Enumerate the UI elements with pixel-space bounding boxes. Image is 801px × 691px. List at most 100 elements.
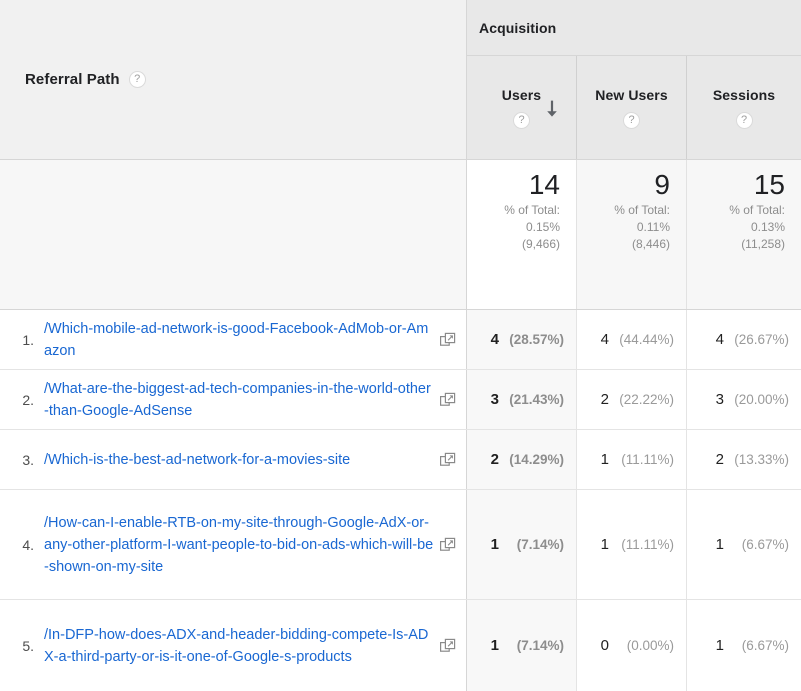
cell-users: 4 (28.57%) <box>467 310 577 369</box>
row-rank: 2. <box>8 392 44 408</box>
new-users-value: 1 <box>601 451 609 468</box>
totals-row: 14 % of Total: 0.15% (9,466) 9 % of Tota… <box>0 160 801 310</box>
sessions-value: 2 <box>716 451 724 468</box>
cell-sessions: 4 (26.67%) <box>687 310 801 369</box>
column-header-users[interactable]: Users ? <box>467 56 577 159</box>
referral-path-wrapper: /Which-is-the-best-ad-network-for-a-movi… <box>44 449 460 471</box>
open-in-new-icon[interactable] <box>440 332 456 348</box>
referral-path-wrapper: /In-DFP-how-does-ADX-and-header-bidding-… <box>44 624 460 668</box>
cell-new-users: 2(22.22%) <box>577 370 687 429</box>
analytics-data-table: Referral Path ? Acquisition Users ? <box>0 0 801 691</box>
new-users-percent: (11.11%) <box>618 537 674 552</box>
arrow-down-icon[interactable] <box>545 99 559 119</box>
row-rank: 4. <box>8 537 44 553</box>
sessions-percent: (20.00%) <box>733 392 789 407</box>
users-percent: (7.14%) <box>508 537 564 552</box>
new-users-percent: (0.00%) <box>618 638 674 653</box>
new-users-value: 4 <box>601 331 609 348</box>
open-in-new-icon[interactable] <box>440 392 456 408</box>
sessions-percent: (13.33%) <box>733 452 789 467</box>
table-row: 2./What-are-the-biggest-ad-tech-companie… <box>0 370 801 430</box>
users-value: 4 <box>491 331 499 348</box>
totals-sessions-value: 15 <box>754 170 785 199</box>
sessions-percent: (6.67%) <box>733 537 789 552</box>
totals-sessions-of-total-label: % of Total: <box>729 202 785 219</box>
table-header: Referral Path ? Acquisition Users ? <box>0 0 801 160</box>
totals-users-of-total-label: % of Total: <box>504 202 560 219</box>
column-header-new-users[interactable]: New Users ? <box>577 56 687 159</box>
table-row: 4./How-can-I-enable-RTB-on-my-site-throu… <box>0 490 801 600</box>
sessions-percent: (6.67%) <box>733 638 789 653</box>
metric-header-group: Acquisition Users ? New Users ? <box>467 0 801 159</box>
cell-new-users: 0 (0.00%) <box>577 600 687 691</box>
totals-sessions-percent: 0.13% <box>751 219 785 236</box>
column-header-sessions[interactable]: Sessions ? <box>687 56 801 159</box>
new-users-value: 0 <box>601 637 609 654</box>
totals-users-total: (9,466) <box>522 236 560 253</box>
referral-path-link[interactable]: /How-can-I-enable-RTB-on-my-site-through… <box>44 512 438 578</box>
help-circle-icon[interactable]: ? <box>736 112 753 129</box>
sessions-percent: (26.67%) <box>733 332 789 347</box>
cell-users: 1 (7.14%) <box>467 490 577 599</box>
referral-path-cell: 1./Which-mobile-ad-network-is-good-Faceb… <box>0 310 467 369</box>
totals-new-users-total: (8,446) <box>632 236 670 253</box>
dimension-header-cell: Referral Path ? <box>0 0 467 159</box>
referral-path-link[interactable]: /What-are-the-biggest-ad-tech-companies-… <box>44 378 438 422</box>
totals-sessions-total: (11,258) <box>741 236 785 253</box>
new-users-value: 2 <box>601 391 609 408</box>
cell-new-users: 4 (44.44%) <box>577 310 687 369</box>
metric-column-headers: Users ? New Users ? Sessions ? <box>467 56 801 159</box>
help-circle-icon[interactable]: ? <box>129 71 146 88</box>
help-circle-icon[interactable]: ? <box>623 112 640 129</box>
table-row: 3./Which-is-the-best-ad-network-for-a-mo… <box>0 430 801 490</box>
referral-path-cell: 5./In-DFP-how-does-ADX-and-header-biddin… <box>0 600 467 691</box>
new-users-value: 1 <box>601 536 609 553</box>
totals-users-percent: 0.15% <box>526 219 560 236</box>
users-value: 1 <box>491 637 499 654</box>
referral-path-wrapper: /How-can-I-enable-RTB-on-my-site-through… <box>44 512 460 578</box>
cell-users: 1(7.14%) <box>467 600 577 691</box>
cell-sessions: 2 (13.33%) <box>687 430 801 489</box>
row-rank: 3. <box>8 452 44 468</box>
help-circle-icon[interactable]: ? <box>513 112 530 129</box>
open-in-new-icon[interactable] <box>440 537 456 553</box>
totals-users-value: 14 <box>529 170 560 199</box>
referral-path-cell: 3./Which-is-the-best-ad-network-for-a-mo… <box>0 430 467 489</box>
totals-new-users-of-total-label: % of Total: <box>614 202 670 219</box>
totals-cell-users: 14 % of Total: 0.15% (9,466) <box>467 160 577 309</box>
users-value: 1 <box>491 536 499 553</box>
table-row: 5./In-DFP-how-does-ADX-and-header-biddin… <box>0 600 801 691</box>
referral-path-link[interactable]: /In-DFP-how-does-ADX-and-header-bidding-… <box>44 624 438 668</box>
referral-path-wrapper: /What-are-the-biggest-ad-tech-companies-… <box>44 378 460 422</box>
totals-dimension-cell <box>0 160 467 309</box>
new-users-percent: (11.11%) <box>618 452 674 467</box>
cell-users: 3 (21.43%) <box>467 370 577 429</box>
users-value: 3 <box>491 391 499 408</box>
cell-sessions: 1 (6.67%) <box>687 490 801 599</box>
users-percent: (14.29%) <box>508 452 564 467</box>
sessions-value: 4 <box>716 331 724 348</box>
referral-path-link[interactable]: /Which-mobile-ad-network-is-good-Faceboo… <box>44 318 438 362</box>
cell-sessions: 3 (20.00%) <box>687 370 801 429</box>
row-rank: 1. <box>8 332 44 348</box>
table-body: 1./Which-mobile-ad-network-is-good-Faceb… <box>0 310 801 691</box>
table-row: 1./Which-mobile-ad-network-is-good-Faceb… <box>0 310 801 370</box>
column-header-users-label: Users <box>502 87 541 103</box>
new-users-percent: (44.44%) <box>618 332 674 347</box>
referral-path-link[interactable]: /Which-is-the-best-ad-network-for-a-movi… <box>44 449 438 471</box>
totals-cell-sessions: 15 % of Total: 0.13% (11,258) <box>687 160 801 309</box>
users-percent: (28.57%) <box>508 332 564 347</box>
sessions-value: 1 <box>716 637 724 654</box>
sessions-value: 1 <box>716 536 724 553</box>
referral-path-wrapper: /Which-mobile-ad-network-is-good-Faceboo… <box>44 318 460 362</box>
users-percent: (21.43%) <box>508 392 564 407</box>
cell-new-users: 1 (11.11%) <box>577 490 687 599</box>
users-value: 2 <box>491 451 499 468</box>
dimension-header-label: Referral Path <box>25 71 120 88</box>
open-in-new-icon[interactable] <box>440 452 456 468</box>
sessions-value: 3 <box>716 391 724 408</box>
totals-new-users-percent: 0.11% <box>637 219 670 236</box>
acquisition-group-label: Acquisition <box>467 0 801 56</box>
open-in-new-icon[interactable] <box>440 638 456 654</box>
cell-sessions: 1 (6.67%) <box>687 600 801 691</box>
